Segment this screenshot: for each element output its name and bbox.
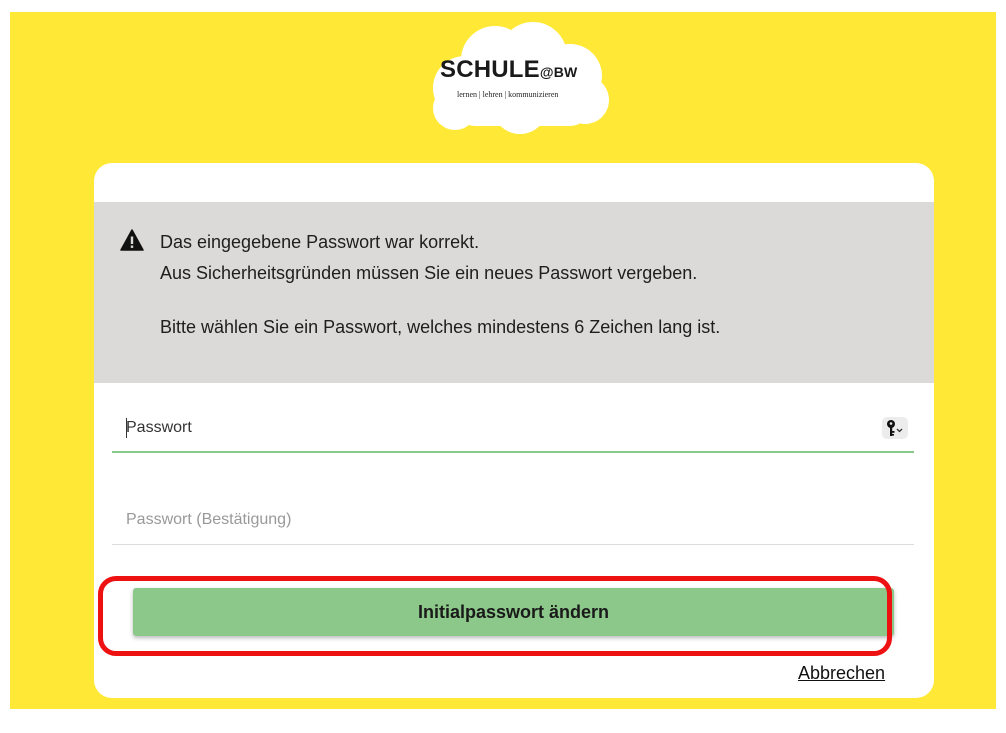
password-input[interactable] — [112, 405, 914, 451]
alert-line-3: Bitte wählen Sie ein Passwort, welches m… — [160, 317, 721, 337]
logo-tagline: lernen | lehren | kommunizieren — [457, 90, 559, 99]
cancel-link[interactable]: Abbrechen — [798, 663, 885, 684]
logo-title: SCHULE@BW — [440, 56, 578, 83]
alert-line-2: Aus Sicherheitsgründen müssen Sie ein ne… — [160, 263, 698, 283]
password-confirm-field — [112, 497, 914, 545]
alert-line-1: Das eingegebene Passwort war korrekt. — [160, 232, 480, 252]
password-manager-button[interactable] — [882, 417, 908, 439]
change-password-button[interactable]: Initialpasswort ändern — [133, 588, 894, 636]
login-page: SCHULE@BW lernen | lehren | kommuniziere… — [10, 12, 996, 709]
text-caret — [126, 418, 127, 438]
warning-icon — [120, 229, 144, 251]
key-icon — [887, 420, 903, 436]
password-confirm-underline — [112, 544, 914, 545]
password-confirm-input[interactable] — [112, 497, 914, 543]
logo: SCHULE@BW lernen | lehren | kommuniziere… — [425, 18, 615, 138]
password-field — [112, 405, 914, 453]
password-underline — [112, 451, 914, 453]
info-alert: Das eingegebene Passwort war korrekt. Au… — [94, 202, 934, 383]
password-change-card: Das eingegebene Passwort war korrekt. Au… — [94, 163, 934, 698]
